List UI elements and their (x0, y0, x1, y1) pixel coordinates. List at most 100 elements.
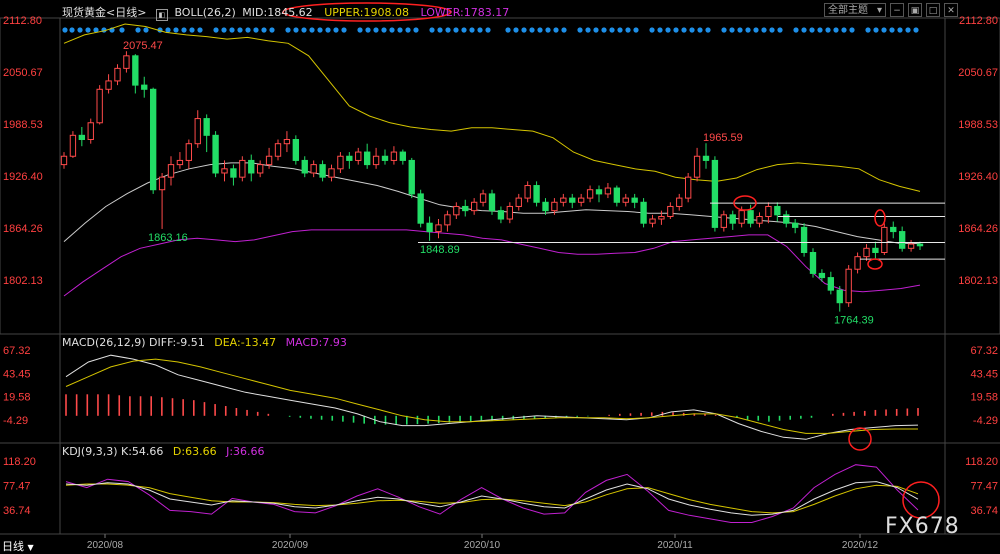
candle-body (818, 272, 826, 279)
signal-dot (649, 27, 655, 33)
kdj-k-line (65, 481, 919, 516)
price-y-tick-label: 2050.67 (3, 67, 43, 79)
boll-icon: ◧ (155, 9, 168, 21)
candle-body (417, 193, 424, 224)
kdj-y-tick-label: 118.20 (3, 456, 36, 468)
candle-body (613, 187, 621, 203)
candle-body (676, 197, 683, 207)
price-y-tick-label: 2050.67 (958, 67, 998, 79)
candle-body (78, 134, 86, 141)
minimize-icon[interactable]: − (890, 3, 904, 17)
period-tab[interactable]: 日线 ▼ (2, 538, 34, 554)
kdj-y-tick-label: 118.20 (965, 456, 998, 468)
signal-dot (841, 27, 847, 33)
signal-dot (777, 27, 783, 33)
signal-dot (245, 27, 251, 33)
signal-dot (119, 27, 125, 33)
theme-dropdown[interactable]: 全部主题 ▾ (824, 3, 886, 17)
macd-y-tick-label: 43.45 (3, 368, 31, 380)
candle-body (693, 155, 701, 178)
window-icon[interactable]: ▣ (908, 3, 922, 17)
candle-body (158, 176, 166, 191)
candle-body (640, 201, 647, 224)
candle-body (470, 201, 478, 212)
candle-body (791, 222, 799, 228)
signal-dot (135, 27, 141, 33)
candle-body (69, 134, 77, 157)
x-tick-label: 2020/09 (272, 540, 309, 551)
signal-dot (889, 27, 895, 33)
signal-dot (793, 27, 799, 33)
candle-body (595, 189, 603, 195)
candle-body (292, 139, 300, 161)
candle-body (827, 277, 835, 291)
candle-body (667, 205, 674, 218)
signal-dot (461, 27, 467, 33)
candle-body (747, 210, 754, 224)
candle-body (319, 164, 326, 178)
macd-y-ticks: 67.32 67.32 43.45 43.45 19.58 19.58 -4.29 -4.29 (3, 345, 998, 427)
macd-title: MACD(26,12,9) (62, 336, 146, 349)
candle-body (774, 205, 781, 216)
signal-dot (561, 27, 567, 33)
candle-body (497, 210, 505, 220)
price-y-tick-label: 1802.13 (3, 275, 43, 287)
candle-body (248, 159, 255, 174)
close-icon[interactable]: ✕ (944, 3, 958, 17)
macd-y-tick-label: 67.32 (970, 345, 998, 357)
candle-body (604, 187, 612, 195)
candle-body (881, 226, 888, 253)
maximize-icon[interactable]: □ (926, 3, 940, 17)
candle-body (203, 118, 210, 136)
candle-body (96, 88, 103, 124)
candle-body (167, 164, 175, 178)
price-y-tick-label: 1802.13 (958, 275, 998, 287)
signal-dot (689, 27, 695, 33)
signal-dot (413, 27, 419, 33)
signal-dot (745, 27, 751, 33)
candle-body (800, 226, 808, 253)
candle-body (274, 143, 282, 157)
signal-dot (521, 27, 527, 33)
candle-body (649, 218, 656, 224)
signal-dot (593, 27, 599, 33)
signal-dot (333, 27, 339, 33)
candle-body (533, 185, 540, 203)
signal-dot (801, 27, 807, 33)
boll-upper: UPPER:1908.08 (324, 6, 409, 19)
candle-body (898, 231, 906, 249)
candle-body (239, 159, 246, 178)
candle-body (132, 55, 139, 86)
signal-dot (657, 27, 663, 33)
price-y-tick-label: 1926.40 (958, 171, 998, 183)
candle-body (658, 216, 665, 220)
candle-body (506, 205, 514, 220)
signal-dot (173, 27, 179, 33)
signal-dot (317, 27, 323, 33)
signal-dot (221, 27, 227, 33)
candle-body (337, 155, 344, 170)
candle-body (702, 155, 710, 161)
signal-dot (189, 27, 195, 33)
kdj-y-tick-label: 36.74 (3, 505, 31, 517)
candle-body (515, 197, 522, 207)
signal-dot (381, 27, 387, 33)
signal-dot (729, 27, 735, 33)
signal-dot (62, 27, 68, 33)
price-y-tick-label: 1864.26 (958, 223, 998, 235)
signal-dot (913, 27, 919, 33)
signal-dot (325, 27, 331, 33)
price-y-tick-label: 1988.53 (3, 119, 43, 131)
macd-y-tick-label: -4.29 (973, 415, 998, 427)
signal-dot (737, 27, 743, 33)
signal-dot (705, 27, 711, 33)
signal-dot (373, 27, 379, 33)
kdj-header: KDJ(9,3,3) K:54.66 D:63.66 J:36.66 (62, 445, 265, 458)
candle-body (765, 205, 772, 218)
theme-label: 全部主题 (828, 5, 868, 16)
candle-body (185, 143, 193, 161)
signal-dot (469, 27, 475, 33)
price-y-tick-label: 2112.80 (959, 15, 998, 27)
candle-body (586, 189, 594, 199)
period-tab-label: 日线 (2, 540, 24, 553)
